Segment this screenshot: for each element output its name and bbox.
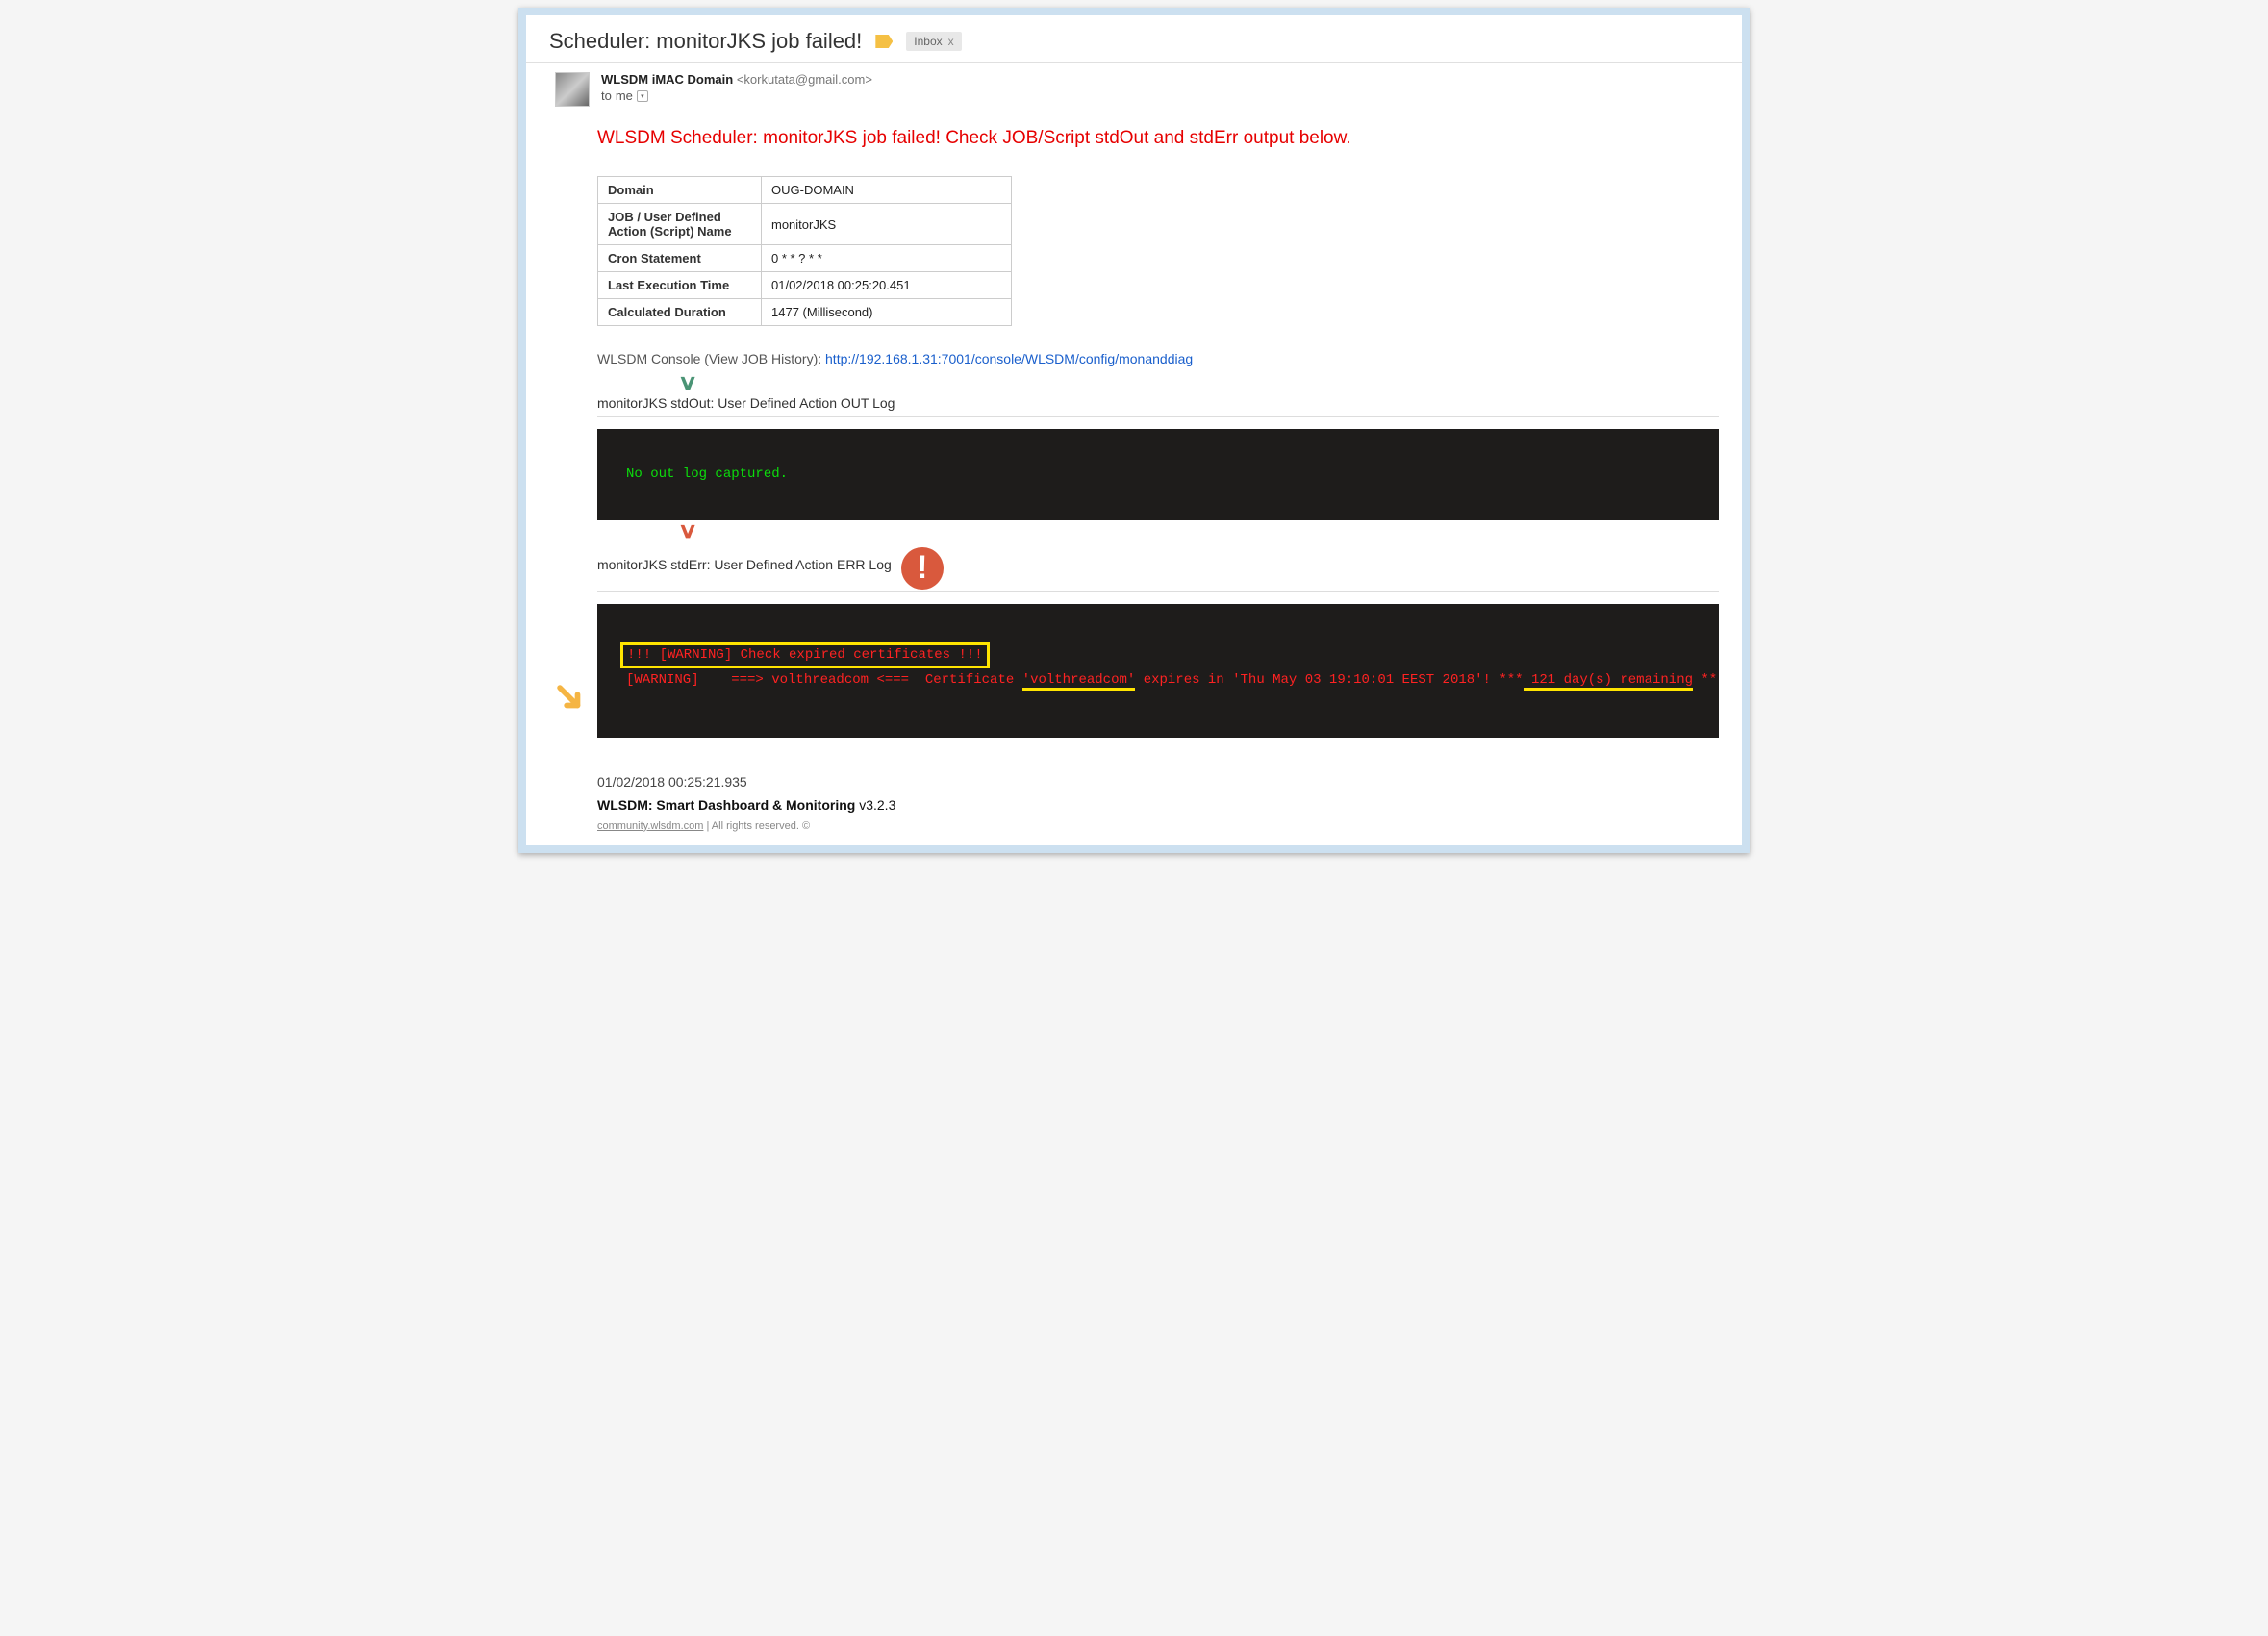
chevron-down-icon[interactable]: ▾	[637, 90, 648, 102]
footer-product-name: WLSDM: Smart Dashboard & Monitoring	[597, 797, 855, 813]
sender-email: <korkutata@gmail.com>	[737, 72, 872, 87]
table-key: Cron Statement	[598, 245, 762, 272]
inbox-chip-label: Inbox	[914, 35, 942, 48]
footer-legal-rest: | All rights reserved. ©	[703, 820, 810, 832]
table-val: OUG-DOMAIN	[762, 177, 1012, 204]
to-prefix: to	[601, 88, 612, 103]
table-row: Cron Statement0 * * ? * *	[598, 245, 1012, 272]
table-key: JOB / User Defined Action (Script) Name	[598, 204, 762, 245]
table-key: Domain	[598, 177, 762, 204]
stderr-heading: monitorJKS stdErr: User Defined Action E…	[597, 543, 1719, 592]
console-link-line: WLSDM Console (View JOB History): http:/…	[597, 351, 1719, 366]
email-header: Scheduler: monitorJKS job failed! Inbox …	[526, 15, 1742, 63]
table-row: JOB / User Defined Action (Script) Namem…	[598, 204, 1012, 245]
stderr-cert: 'volthreadcom'	[1022, 672, 1136, 691]
table-key: Last Execution Time	[598, 272, 762, 299]
sender-meta: WLSDM iMAC Domain <korkutata@gmail.com> …	[601, 72, 872, 107]
email-footer: 01/02/2018 00:25:21.935 WLSDM: Smart Das…	[526, 774, 1742, 845]
email-body: WLSDM Scheduler: monitorJKS job failed! …	[526, 111, 1742, 768]
chevron-down-icon	[678, 370, 698, 395]
console-link-prefix: WLSDM Console (View JOB History):	[597, 351, 825, 366]
sender-row: WLSDM iMAC Domain <korkutata@gmail.com> …	[526, 63, 1742, 111]
footer-legal-link[interactable]: community.wlsdm.com	[597, 820, 703, 832]
stdout-heading-text: monitorJKS stdOut: User Defined Action O…	[597, 395, 895, 411]
stdout-heading: monitorJKS stdOut: User Defined Action O…	[597, 395, 1719, 417]
console-link[interactable]: http://192.168.1.31:7001/console/WLSDM/c…	[825, 351, 1193, 366]
arrow-icon	[553, 681, 586, 721]
stderr-heading-text: monitorJKS stdErr: User Defined Action E…	[597, 557, 892, 572]
stderr-line1: !!! [WARNING] Check expired certificates…	[620, 642, 990, 668]
footer-timestamp: 01/02/2018 00:25:21.935	[597, 774, 1719, 790]
avatar	[555, 72, 590, 107]
table-val: monitorJKS	[762, 204, 1012, 245]
table-row: DomainOUG-DOMAIN	[598, 177, 1012, 204]
table-row: Calculated Duration1477 (Millisecond)	[598, 299, 1012, 326]
table-key: Calculated Duration	[598, 299, 762, 326]
stdout-content: No out log captured.	[626, 466, 788, 482]
stderr-line2c: ***	[1693, 672, 1719, 688]
alert-title: WLSDM Scheduler: monitorJKS job failed! …	[597, 128, 1719, 149]
inbox-chip[interactable]: Inbox x	[906, 32, 961, 51]
table-val: 01/02/2018 00:25:20.451	[762, 272, 1012, 299]
chevron-down-icon	[678, 518, 698, 543]
sender-name: WLSDM iMAC Domain	[601, 72, 733, 87]
stderr-log: !!! [WARNING] Check expired certificates…	[597, 604, 1719, 738]
table-val: 1477 (Millisecond)	[762, 299, 1012, 326]
email-subject: Scheduler: monitorJKS job failed!	[549, 29, 862, 54]
stderr-days: 121 day(s) remaining	[1524, 672, 1693, 691]
label-icon[interactable]	[875, 35, 893, 48]
stderr-line2a: [WARNING] ===> volthreadcom <=== Certifi…	[626, 672, 1022, 688]
footer-product: WLSDM: Smart Dashboard & Monitoring v3.2…	[597, 797, 1719, 813]
footer-product-version: v3.2.3	[855, 797, 895, 813]
email-window: Scheduler: monitorJKS job failed! Inbox …	[526, 15, 1742, 845]
close-icon[interactable]: x	[948, 35, 954, 48]
table-row: Last Execution Time01/02/2018 00:25:20.4…	[598, 272, 1012, 299]
info-table: DomainOUG-DOMAIN JOB / User Defined Acti…	[597, 176, 1012, 326]
stdout-log: No out log captured.	[597, 429, 1719, 520]
table-val: 0 * * ? * *	[762, 245, 1012, 272]
to-line: to me ▾	[601, 88, 872, 103]
to-target: me	[616, 88, 633, 103]
stderr-line2b: expires in 'Thu May 03 19:10:01 EEST 201…	[1135, 672, 1523, 688]
window-frame: Scheduler: monitorJKS job failed! Inbox …	[518, 8, 1750, 853]
footer-legal: community.wlsdm.com | All rights reserve…	[597, 820, 1719, 832]
alert-icon: !	[901, 547, 944, 590]
